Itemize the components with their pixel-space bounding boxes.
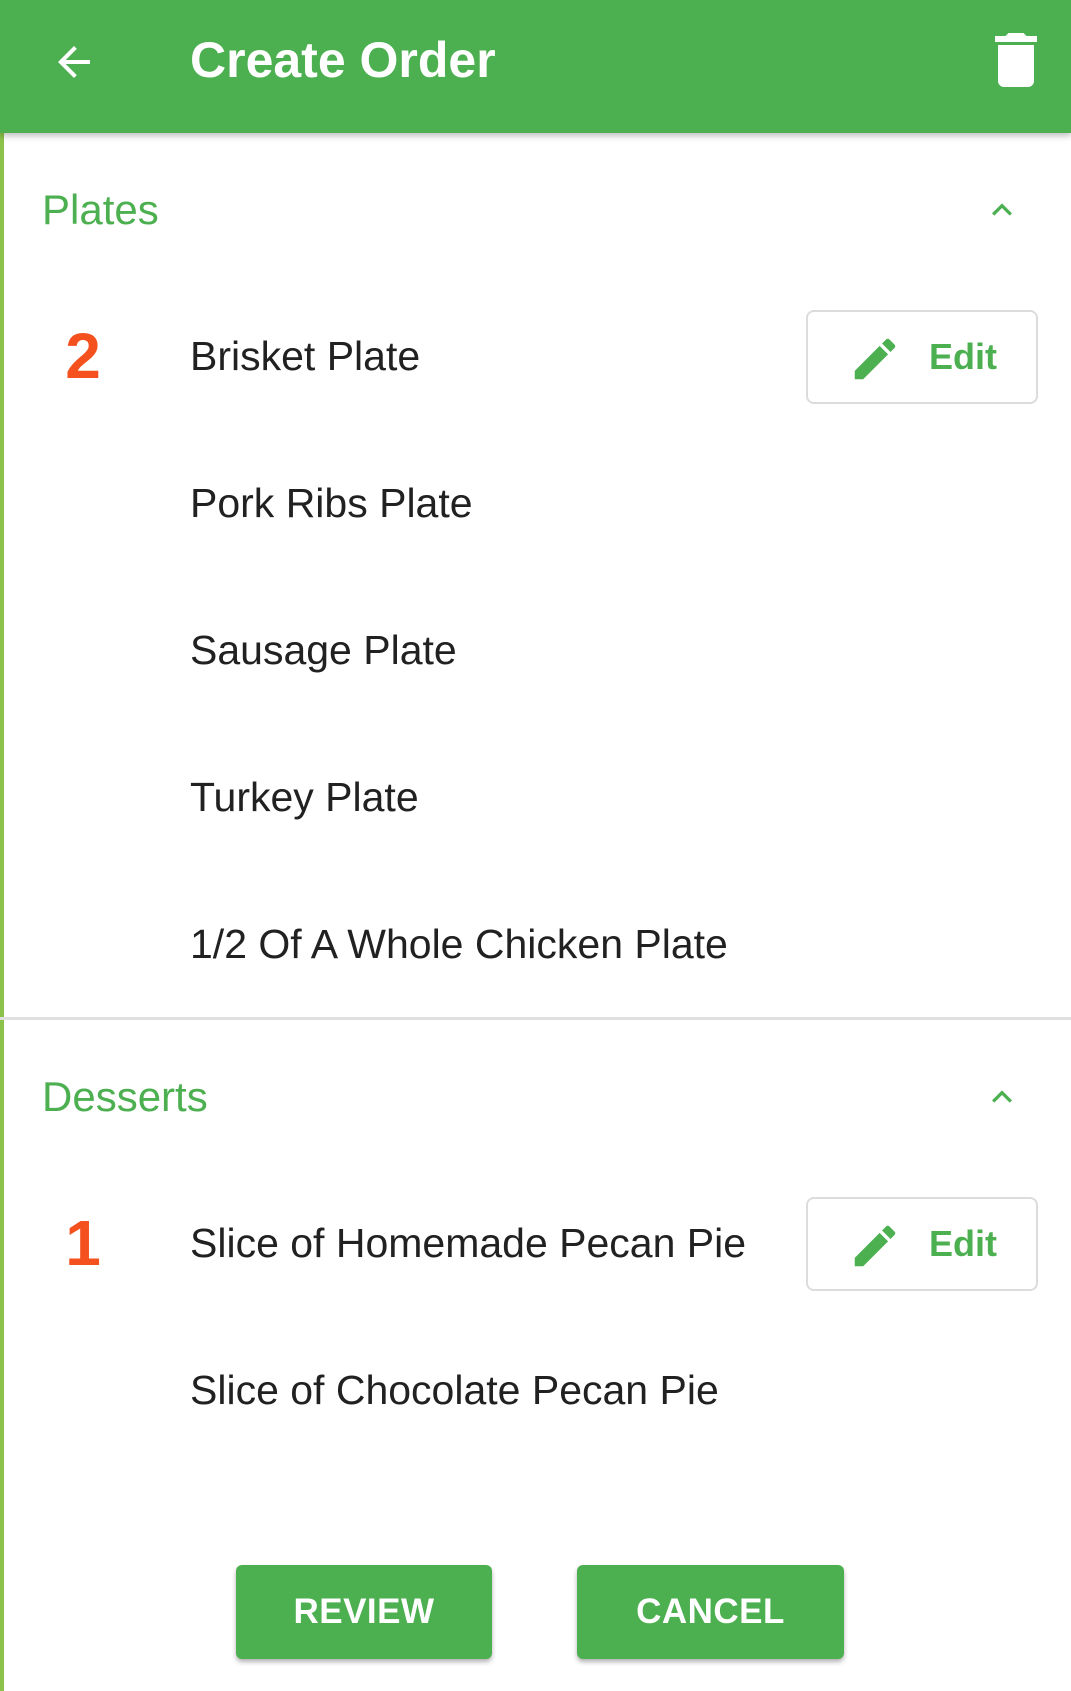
collapse-plates-button[interactable] (982, 190, 1022, 230)
edit-label: Edit (929, 336, 997, 377)
item-name: Sausage Plate (190, 627, 457, 673)
edit-button[interactable]: Edit (806, 310, 1038, 404)
section-header-desserts[interactable]: Desserts (42, 1067, 1042, 1127)
section-title: Desserts (42, 1073, 208, 1120)
app-bar: Create Order (0, 0, 1071, 133)
list-item[interactable]: Sausage Plate (0, 600, 1071, 700)
edit-label: Edit (929, 1223, 997, 1264)
chevron-up-icon (992, 1090, 1012, 1103)
item-name: Pork Ribs Plate (190, 480, 473, 526)
collapse-desserts-button[interactable] (982, 1077, 1022, 1117)
chevron-up-icon (992, 203, 1012, 216)
item-name: Brisket Plate (190, 333, 421, 379)
pencil-icon (854, 338, 896, 380)
item-name: Slice of Homemade Pecan Pie (190, 1220, 747, 1266)
edit-button[interactable]: Edit (806, 1197, 1038, 1291)
item-name: Slice of Chocolate Pecan Pie (190, 1367, 719, 1413)
page-title: Create Order (190, 32, 496, 88)
item-quantity: 1 (65, 1207, 101, 1279)
pencil-icon (854, 1225, 896, 1267)
cancel-button[interactable]: CANCEL (577, 1565, 844, 1659)
item-name: Turkey Plate (190, 774, 419, 820)
section-header-plates[interactable]: Plates (42, 180, 1042, 240)
trash-icon (995, 33, 1037, 87)
arrow-left-icon (58, 46, 90, 78)
item-quantity: 2 (65, 320, 101, 392)
section-title: Plates (42, 186, 159, 233)
section-divider (0, 1017, 1071, 1020)
item-name: 1/2 Of A Whole Chicken Plate (190, 921, 728, 967)
list-item[interactable]: 1 Slice of Homemade Pecan Pie Edit (0, 1193, 1071, 1293)
list-item[interactable]: Pork Ribs Plate (0, 453, 1071, 553)
back-button[interactable] (46, 34, 102, 90)
review-button[interactable]: REVIEW (236, 1565, 492, 1659)
delete-order-button[interactable] (990, 30, 1042, 90)
list-item[interactable]: 1/2 Of A Whole Chicken Plate (0, 894, 1071, 994)
list-item[interactable]: Slice of Chocolate Pecan Pie (0, 1340, 1071, 1440)
list-item[interactable]: Turkey Plate (0, 747, 1071, 847)
list-item[interactable]: 2 Brisket Plate Edit (0, 306, 1071, 406)
